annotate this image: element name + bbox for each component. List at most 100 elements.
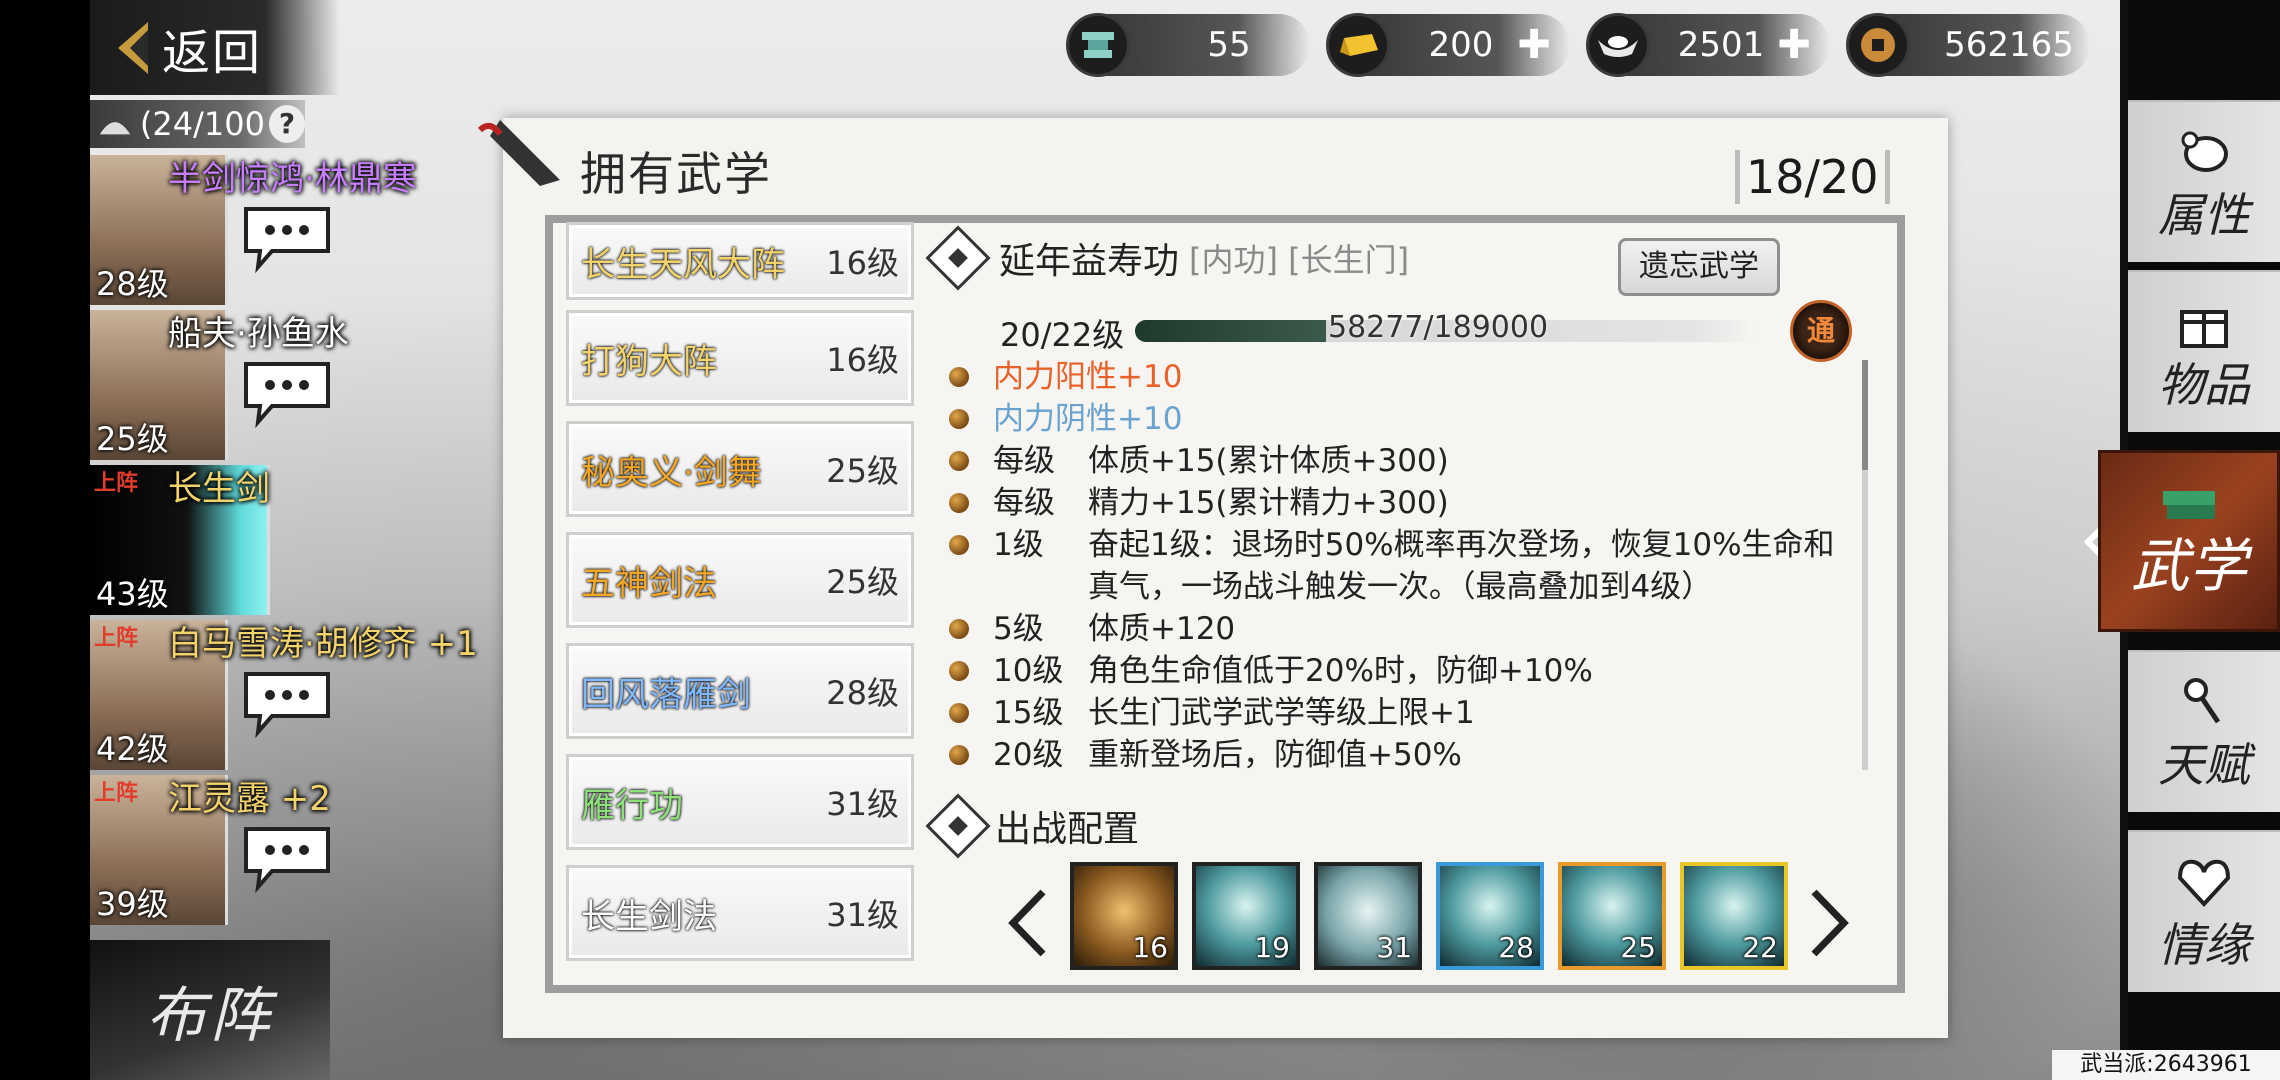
chat-bubble-icon[interactable] [240, 356, 334, 428]
resource-anvil-value: 55 [1207, 25, 1251, 65]
effect-text: 体质+120 [1088, 611, 1236, 647]
roster-count: (24/100 ? [90, 100, 305, 148]
hero-card[interactable]: 船夫·孙鱼水 25级 [90, 310, 349, 460]
chat-bubble-icon[interactable] [240, 201, 334, 273]
rat-icon [2181, 131, 2228, 172]
bullet-icon [949, 367, 969, 387]
menu-talents[interactable]: 天赋 [2128, 650, 2280, 812]
skill-name: 打狗大阵 [581, 341, 717, 382]
hero-name: 江灵露 +2 [168, 779, 331, 819]
skill-list-item[interactable]: 长生剑法 31级 [566, 865, 914, 961]
resource-silver: 2501 ✚ [1586, 13, 1830, 77]
hero-card-selected[interactable]: 上阵 长生剑 43级 [90, 465, 340, 615]
chat-bubble-icon[interactable] [240, 666, 334, 738]
skill-level: 25级 [826, 563, 899, 601]
helmet-icon [99, 122, 131, 135]
bullet-icon [949, 535, 969, 555]
menu-label: 属性 [2158, 188, 2250, 242]
deploy-title: 出战配置 [995, 809, 1140, 850]
skill-name: 长生剑法 [581, 896, 717, 937]
resource-gold-value: 200 [1428, 25, 1494, 65]
effect-text: 角色生命值低于20%时，防御+10% [1088, 653, 1593, 689]
roster-count-label: (24/100 [139, 105, 265, 143]
hero-name: 半剑惊鸿·林鼎寒 [168, 159, 417, 199]
formation-button[interactable]: 布阵 [90, 940, 330, 1080]
battle-skill-slot[interactable]: 28 [1436, 862, 1544, 970]
skill-list-item[interactable]: 长生天风大阵 16级 [566, 222, 914, 300]
battle-skill-slot[interactable]: 16 [1070, 862, 1178, 970]
resource-coin-value: 562165 [1944, 25, 2074, 65]
battle-skill-slot[interactable]: 19 [1192, 862, 1300, 970]
book-stack-icon [2163, 491, 2215, 519]
heart-knot-icon [2177, 859, 2231, 907]
battle-skill-slot[interactable]: 22 [1680, 862, 1788, 970]
hero-level: 25级 [96, 420, 169, 458]
deploy-header: 出战配置 [925, 793, 1140, 859]
effect-row: 5级 体质+120 [945, 608, 1860, 650]
skill-list-item[interactable]: 打狗大阵 16级 [566, 310, 914, 406]
add-gold-button[interactable]: ✚ [1514, 25, 1554, 65]
effect-level: 每级 [993, 485, 1055, 521]
effects-list[interactable]: 内力阳性+10 内力阴性+10 每级 体质+15(累计体质+300) 每级 精力+1… [945, 356, 1860, 772]
skill-name: 秘奥义·剑舞 [581, 452, 762, 493]
effect-level: 1级 [993, 527, 1044, 563]
help-button[interactable]: ? [268, 105, 305, 143]
bullet-icon [949, 745, 969, 765]
onfield-badge: 上阵 [94, 626, 139, 651]
hero-card[interactable]: 上阵 白马雪涛·胡修齐 +1 42级 [90, 620, 478, 770]
bullet-icon [949, 451, 969, 471]
skill-detail-name: 延年益寿功 [999, 241, 1180, 282]
gift-box-icon [2180, 310, 2228, 348]
back-button[interactable]: 返回 [90, 0, 340, 95]
effect-row: 10级 角色生命值低于20%时，防御+10% [945, 650, 1860, 692]
battle-skill-slot[interactable]: 31 [1314, 862, 1422, 970]
dart-emblem-icon [477, 120, 560, 186]
skill-level: 31级 [826, 785, 899, 823]
add-silver-button[interactable]: ✚ [1774, 25, 1814, 65]
skill-name: 雁行功 [581, 785, 683, 826]
skill-list-item[interactable]: 秘奥义·剑舞 25级 [566, 421, 914, 517]
menu-martial-arts[interactable]: 武学 [2098, 450, 2280, 632]
skill-list-item[interactable]: 回风落雁剑 28级 [566, 643, 914, 739]
skill-count: 18/20 [1735, 150, 1890, 204]
mastery-badge[interactable]: 通 [1790, 300, 1852, 362]
forget-skill-button[interactable]: 遗忘武学 [1618, 238, 1780, 296]
resource-gold: 200 ✚ [1326, 13, 1570, 77]
bullet-icon [949, 619, 969, 639]
chevron-left-icon[interactable] [1005, 888, 1049, 958]
hero-card[interactable]: 半剑惊鸿·林鼎寒 28级 [90, 155, 417, 305]
copper-coin-icon [1846, 13, 1910, 77]
skill-name: 五神剑法 [581, 563, 717, 604]
bullet-icon [949, 703, 969, 723]
slot-level: 22 [1742, 931, 1778, 964]
effect-text: 内力阴性+10 [993, 401, 1183, 437]
hero-card[interactable]: 上阵 江灵露 +2 39级 [90, 775, 340, 925]
effect-row: 20级 重新登场后，防御值+50% [945, 734, 1860, 772]
hero-level: 42级 [96, 730, 169, 768]
menu-attributes[interactable]: 属性 [2128, 100, 2280, 262]
silver-ingot-icon [1586, 13, 1650, 77]
battle-skill-slot[interactable]: 25 [1558, 862, 1666, 970]
hero-level: 28级 [96, 265, 169, 303]
chevron-left-icon [118, 21, 148, 74]
menu-label: 情缘 [2158, 918, 2250, 972]
chat-bubble-icon[interactable] [240, 821, 334, 893]
menu-items[interactable]: 物品 [2128, 270, 2280, 432]
slot-level: 19 [1254, 931, 1290, 964]
exp-bar-fill [1135, 320, 1327, 342]
slot-level: 25 [1620, 931, 1656, 964]
server-tag: 武当派:2643961 [2052, 1050, 2280, 1080]
effect-level: 5级 [993, 611, 1044, 647]
effects-scrollbar[interactable] [1862, 360, 1868, 770]
menu-relationships[interactable]: 情缘 [2128, 830, 2280, 992]
onfield-badge: 上阵 [94, 781, 139, 806]
skill-list-item[interactable]: 五神剑法 25级 [566, 532, 914, 628]
skill-level: 25级 [826, 452, 899, 490]
chevron-right-icon[interactable] [1808, 888, 1852, 958]
effect-level: 10级 [993, 653, 1064, 689]
hero-name: 白马雪涛·胡修齐 +1 [168, 624, 478, 664]
skill-detail-tags: [内功] [长生门] [1189, 241, 1410, 279]
effect-level: 每级 [993, 443, 1055, 479]
hero-level: 43级 [96, 575, 169, 613]
skill-list-item[interactable]: 雁行功 31级 [566, 754, 914, 850]
